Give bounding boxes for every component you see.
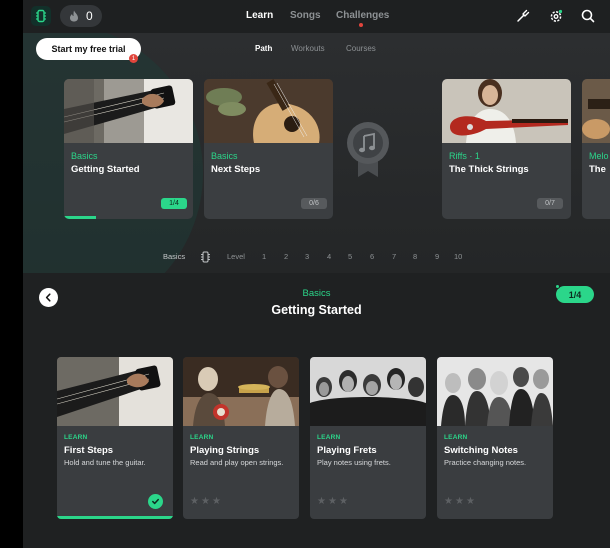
lesson-description: Practice changing notes.	[444, 458, 527, 467]
path-card-title: The Thick Strings	[449, 164, 529, 175]
star-icon: ★	[454, 496, 464, 507]
path-card-title: Getting Started	[71, 164, 140, 175]
course-progress-badge: 1/4	[555, 284, 594, 303]
path-card-title: The	[589, 164, 606, 175]
path-card-category: Melo	[589, 151, 609, 161]
lesson-image-band-photo	[310, 357, 426, 426]
streak-counter[interactable]: 0	[60, 5, 102, 27]
card-image-guitar-headstock	[64, 79, 193, 143]
level-selector: Basics Level 1 2 3 4 5 6 7 8 9 10	[23, 251, 610, 264]
level-9[interactable]: 9	[435, 252, 439, 261]
lesson-rating-stars: ★ ★ ★	[444, 497, 475, 507]
level-6[interactable]: 6	[370, 252, 374, 261]
star-icon: ★	[465, 496, 475, 507]
lesson-description: Hold and tune the guitar.	[64, 458, 146, 467]
subtab-courses[interactable]: Courses	[346, 44, 376, 53]
app-logo-icon[interactable]	[31, 6, 51, 26]
star-icon: ★	[317, 496, 326, 507]
level-5[interactable]: 5	[348, 252, 352, 261]
lesson-image-guitar-headstock	[57, 357, 173, 426]
challenges-notification-dot	[359, 23, 363, 27]
path-card-category: Basics	[71, 151, 98, 161]
lesson-card-playing-frets[interactable]: LEARN Playing Frets Play notes using fre…	[310, 357, 426, 519]
music-note-medal-icon	[347, 122, 389, 177]
course-progress-text: 1/4	[568, 289, 582, 300]
course-detail-panel: Basics Getting Started 1/4 LEARN First S…	[23, 273, 610, 548]
path-card-progress-badge: 0/7	[537, 198, 563, 209]
lesson-tag: LEARN	[317, 434, 341, 441]
tab-songs[interactable]: Songs	[290, 10, 321, 21]
start-free-trial-button[interactable]: Start my free trial	[36, 38, 141, 60]
level-8[interactable]: 8	[413, 252, 417, 261]
lesson-name: Playing Strings	[190, 445, 260, 456]
completed-check-icon	[148, 494, 163, 509]
lesson-progress-bar	[57, 516, 173, 519]
subtab-path[interactable]: Path	[255, 44, 272, 53]
level-label: Level	[227, 252, 245, 261]
path-card-category: Riffs · 1	[449, 151, 480, 161]
tab-learn[interactable]: Learn	[246, 10, 273, 21]
card-image-guitar-partial	[582, 79, 610, 143]
star-icon: ★	[190, 496, 199, 507]
lesson-description: Play notes using frets.	[317, 458, 391, 467]
lesson-image-band-portrait	[437, 357, 553, 426]
course-title: Getting Started	[271, 303, 362, 317]
lesson-name: Playing Frets	[317, 445, 377, 456]
lesson-rating-stars: ★ ★ ★	[190, 497, 221, 507]
star-icon: ★	[200, 496, 210, 507]
path-card-partial[interactable]: Melo The	[582, 79, 610, 219]
path-card-category: Basics	[211, 151, 238, 161]
lesson-card-switching-notes[interactable]: LEARN Switching Notes Practice changing …	[437, 357, 553, 519]
level-10[interactable]: 10	[454, 252, 462, 261]
progress-indicator-dot	[555, 284, 560, 289]
lesson-rating-stars: ★ ★ ★	[317, 497, 348, 507]
card-image-acoustic-guitar	[204, 79, 333, 143]
tuning-fork-icon[interactable]	[515, 8, 531, 24]
lesson-image-band-on-stage	[183, 357, 299, 426]
subtab-workouts[interactable]: Workouts	[291, 44, 325, 53]
lesson-tag: LEARN	[190, 434, 214, 441]
card-image-electric-guitarist	[442, 79, 571, 143]
top-nav-bar: 0 Learn Songs Challenges	[23, 0, 610, 33]
level-section-name: Basics	[163, 252, 186, 261]
app-window: 0 Learn Songs Challenges Start my free t…	[23, 0, 610, 548]
lesson-name: First Steps	[64, 445, 114, 456]
lesson-tag: LEARN	[64, 434, 88, 441]
path-card-next-steps[interactable]: Basics Next Steps 0/6	[204, 79, 333, 219]
trial-notification-badge: 1	[129, 54, 138, 63]
lesson-card-first-steps[interactable]: LEARN First Steps Hold and tune the guit…	[57, 357, 173, 519]
basics-section-icon	[201, 251, 210, 263]
learning-path-section: Start my free trial 1 Path Workouts Cour…	[23, 33, 610, 273]
level-3[interactable]: 3	[305, 252, 309, 261]
level-7[interactable]: 7	[392, 252, 396, 261]
level-4[interactable]: 4	[327, 252, 331, 261]
level-1[interactable]: 1	[262, 252, 266, 261]
settings-gear-icon[interactable]	[548, 8, 564, 24]
lesson-tag: LEARN	[444, 434, 468, 441]
path-card-thick-strings[interactable]: Riffs · 1 The Thick Strings 0/7	[442, 79, 571, 219]
search-icon[interactable]	[580, 8, 596, 24]
path-card-progress-bar	[64, 216, 96, 219]
level-2[interactable]: 2	[284, 252, 288, 261]
path-card-progress-badge: 0/6	[301, 198, 327, 209]
lesson-card-playing-strings[interactable]: LEARN Playing Strings Read and play open…	[183, 357, 299, 519]
lesson-name: Switching Notes	[444, 445, 518, 456]
star-icon: ★	[327, 496, 337, 507]
tab-challenges[interactable]: Challenges	[336, 10, 389, 21]
path-card-title: Next Steps	[211, 164, 261, 175]
path-card-getting-started[interactable]: Basics Getting Started 1/4	[64, 79, 193, 219]
flame-icon	[70, 10, 78, 22]
streak-count: 0	[86, 9, 93, 23]
course-category: Basics	[302, 288, 331, 299]
path-card-progress-badge: 1/4	[161, 198, 187, 209]
star-icon: ★	[338, 496, 348, 507]
star-icon: ★	[211, 496, 221, 507]
lesson-description: Read and play open strings.	[190, 458, 284, 467]
star-icon: ★	[444, 496, 453, 507]
